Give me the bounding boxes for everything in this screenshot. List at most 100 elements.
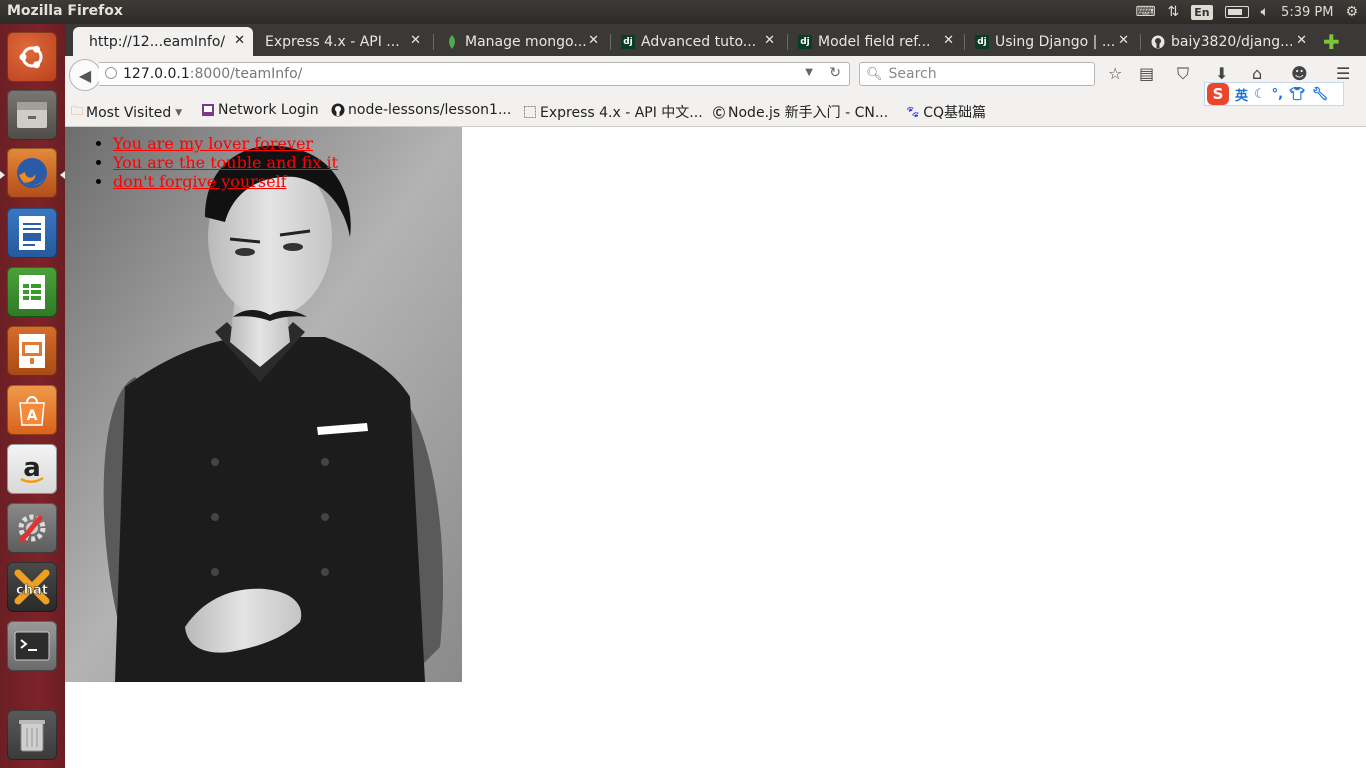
network-icon[interactable]: ⇅ xyxy=(1168,4,1180,20)
cnode-icon: Ⓒ xyxy=(713,105,726,120)
system-tray: ⌨ ⇅ En 🔈︎ 5:39 PM ⚙ xyxy=(1135,0,1366,24)
libreoffice-writer-icon[interactable] xyxy=(7,208,57,258)
url-host: 127.0.0.1 xyxy=(123,66,190,82)
new-tab-button[interactable]: ✚ xyxy=(1323,30,1340,54)
close-tab-icon[interactable]: ✕ xyxy=(234,33,245,48)
bookmark-label: node-lessons/lesson1... xyxy=(348,102,512,118)
battery-icon[interactable] xyxy=(1224,6,1249,18)
back-arrow-icon: ◀ xyxy=(78,65,92,85)
trash-icon[interactable] xyxy=(7,710,57,760)
firefox-icon[interactable] xyxy=(7,148,57,198)
libreoffice-impress-icon[interactable] xyxy=(7,326,57,376)
files-icon[interactable] xyxy=(7,90,57,140)
list-item: You are the touble and fix it xyxy=(113,153,338,172)
xchat-icon[interactable]: chat xyxy=(7,562,57,612)
back-button[interactable]: ◀ xyxy=(69,59,101,91)
volume-icon[interactable]: 🔈︎ xyxy=(1261,4,1269,20)
bookmark-most-visited[interactable]: 🗀 Most Visited ▼ xyxy=(71,102,182,123)
unity-launcher: A a chat xyxy=(0,24,65,768)
gear-icon[interactable]: ⚙ xyxy=(1345,4,1358,20)
clock[interactable]: 5:39 PM xyxy=(1281,5,1333,20)
bookmark-star-icon[interactable]: ☆ xyxy=(1108,64,1122,83)
punctuation-icon[interactable]: °, xyxy=(1272,87,1283,102)
bookmark-express-api[interactable]: Express 4.x - API 中文... xyxy=(523,102,703,122)
close-tab-icon[interactable]: ✕ xyxy=(1118,33,1129,48)
svg-text:a: a xyxy=(23,453,41,483)
window-title: Mozilla Firefox xyxy=(7,3,123,19)
page-icon xyxy=(201,103,215,117)
link-trouble-fix[interactable]: You are the touble and fix it xyxy=(113,153,338,172)
bookmark-network-login[interactable]: Network Login xyxy=(201,102,319,118)
blank-page-icon xyxy=(523,105,537,119)
tab-using-django[interactable]: dj Using Django | ... ✕ xyxy=(967,27,1137,56)
search-placeholder: Search xyxy=(888,66,937,82)
tab-advanced-tutorial[interactable]: dj Advanced tuto... ✕ xyxy=(613,27,783,56)
menu-icon[interactable]: ☰ xyxy=(1336,64,1350,83)
django-icon: dj xyxy=(798,34,812,49)
tab-label: http://12...eamInfo/ xyxy=(89,33,226,50)
django-icon: dj xyxy=(975,34,989,49)
ubuntu-dash-icon[interactable] xyxy=(7,32,57,82)
bookmark-label: Network Login xyxy=(218,102,319,118)
link-lover-forever[interactable]: You are my lover forever xyxy=(113,134,313,153)
terminal-icon[interactable] xyxy=(7,621,57,671)
downloads-icon[interactable]: ⬇ xyxy=(1215,64,1228,83)
close-tab-icon[interactable]: ✕ xyxy=(764,33,775,48)
reading-list-icon[interactable]: ▤ xyxy=(1139,64,1154,83)
search-input[interactable]: 🔍︎ Search xyxy=(859,62,1095,86)
system-settings-icon[interactable] xyxy=(7,503,57,553)
link-dont-forgive[interactable]: don't forgive yourself xyxy=(113,172,287,191)
github-icon xyxy=(1151,35,1165,49)
wrench-icon[interactable]: 🔧︎ xyxy=(1312,87,1329,102)
chevron-down-icon: ▼ xyxy=(175,107,183,118)
chat-icon[interactable]: ☻ xyxy=(1291,64,1308,83)
libreoffice-calc-icon[interactable] xyxy=(7,267,57,317)
close-tab-icon[interactable]: ✕ xyxy=(943,33,954,48)
close-tab-icon[interactable]: ✕ xyxy=(1296,33,1307,48)
bookmark-node-lessons[interactable]: node-lessons/lesson1... xyxy=(331,102,511,118)
home-icon[interactable]: ⌂ xyxy=(1252,64,1262,83)
tab-label: baiy3820/djang... xyxy=(1171,33,1294,50)
tab-mongodb[interactable]: Manage mongo... ✕ xyxy=(437,27,607,56)
folder-icon: 🗀 xyxy=(71,104,84,118)
pocket-icon[interactable]: ⛉ xyxy=(1177,64,1189,84)
tab-label: Using Django | ... xyxy=(995,33,1116,50)
tab-github-repo[interactable]: baiy3820/djang... ✕ xyxy=(1143,27,1315,56)
tab-model-field-ref[interactable]: dj Model field ref... ✕ xyxy=(790,27,962,56)
url-path: :8000/teamInfo/ xyxy=(189,66,303,82)
github-icon xyxy=(331,103,345,117)
mongodb-leaf-icon xyxy=(445,34,459,49)
language-badge: En xyxy=(1191,4,1213,20)
tab-express-api[interactable]: Express 4.x - API ... ✕ xyxy=(257,27,429,56)
url-bar[interactable]: 127.0.0.1:8000/teamInfo/ ▼ ↻ xyxy=(99,62,850,86)
tab-teaminfo[interactable]: http://12...eamInfo/ ✕ xyxy=(73,27,253,56)
ubuntu-software-center-icon[interactable]: A xyxy=(7,385,57,435)
list-item: don't forgive yourself xyxy=(113,172,338,191)
moon-icon[interactable]: ☾ xyxy=(1254,87,1266,102)
history-dropdown-icon[interactable]: ▼ xyxy=(805,67,813,78)
close-tab-icon[interactable]: ✕ xyxy=(410,33,421,48)
portrait-photo xyxy=(65,127,462,682)
bookmark-label: Most Visited xyxy=(86,104,172,121)
svg-text:A: A xyxy=(27,408,38,424)
skin-shirt-icon[interactable]: 👕︎ xyxy=(1289,87,1306,102)
bookmark-label: CQ基础篇 xyxy=(923,105,987,121)
ime-status-bar[interactable]: S 英 ☾ °, 👕︎ 🔧︎ xyxy=(1204,82,1344,106)
sogou-logo-icon[interactable]: S xyxy=(1207,83,1229,105)
tab-label: Advanced tuto... xyxy=(641,33,757,50)
search-icon: 🔍︎ xyxy=(866,66,883,82)
language-indicator[interactable]: En xyxy=(1191,4,1213,20)
bookmark-nodejs-cnode[interactable]: Ⓒ Node.js 新手入门 - CN... xyxy=(713,102,888,122)
bookmark-cq-basics[interactable]: 🐾︎ CQ基础篇 xyxy=(905,102,986,122)
close-tab-icon[interactable]: ✕ xyxy=(588,33,599,48)
django-icon: dj xyxy=(621,34,635,49)
bookmarks-toolbar: 🗀 Most Visited ▼ Network Login node-less… xyxy=(65,94,1366,127)
reload-icon[interactable]: ↻ xyxy=(829,65,841,81)
svg-text:chat: chat xyxy=(16,583,48,598)
amazon-icon[interactable]: a xyxy=(7,444,57,494)
ime-mode-toggle[interactable]: 英 xyxy=(1235,85,1248,104)
running-indicator xyxy=(0,171,5,179)
tab-bar: http://12...eamInfo/ ✕ Express 4.x - API… xyxy=(65,24,1366,56)
keyboard-icon[interactable]: ⌨ xyxy=(1135,4,1155,20)
bookmark-label: Node.js 新手入门 - CN... xyxy=(728,105,889,121)
